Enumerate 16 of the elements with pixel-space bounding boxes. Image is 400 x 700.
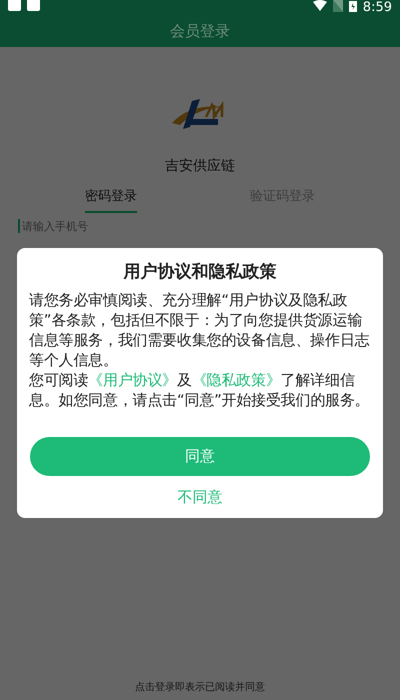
app-name: 吉安供应链: [165, 157, 235, 175]
wifi-icon: [312, 0, 327, 12]
dialog-title: 用户协议和隐私政策: [124, 261, 276, 283]
dialog-paragraph: 您可阅读《用户协议》及《隐私政策》了解详细信息。如您同意，请点击“同意”开始接受我们的服务。: [29, 371, 371, 411]
login-tab[interactable]: 密码登录: [85, 185, 137, 213]
policy-link[interactable]: 《隐私政策》: [192, 372, 281, 389]
notification-icon: [8, 0, 21, 11]
agreement-note: 点击登录即表示已阅读并同意: [135, 680, 265, 694]
signal-icon: [332, 0, 343, 12]
dialog-paragraph: 请您务必审慎阅读、充分理解“用户协议及隐私政策”各条款，包括但不限于：为了向您提供货源运输信息等服务，我们需要收集您的设备信息、操作日志等个人信息。: [29, 291, 370, 371]
policy-link[interactable]: 《用户协议》: [88, 372, 178, 389]
decline-link[interactable]: 不同意: [170, 484, 230, 511]
agree-button[interactable]: 同意: [30, 437, 370, 476]
notification-icon: [27, 0, 40, 11]
page-title: 会员登录: [170, 22, 230, 41]
status-time: 8:59: [362, 0, 392, 15]
